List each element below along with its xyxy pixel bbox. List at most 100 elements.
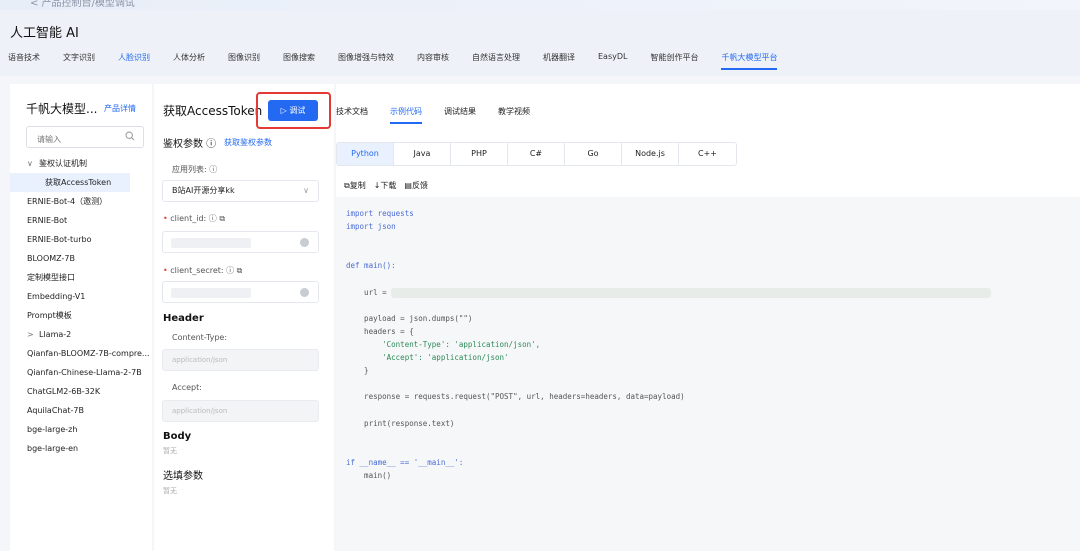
- language-tab[interactable]: Python: [337, 143, 394, 165]
- code-text: main(): [346, 470, 392, 480]
- nav-tab[interactable]: 图像搜索: [283, 52, 315, 63]
- sidebar-item-label: ERNIE-Bot-turbo: [27, 235, 92, 244]
- sidebar-item[interactable]: Embedding-V1: [10, 287, 152, 306]
- page-title: 人工智能 AI: [10, 26, 79, 41]
- code-line: if __name__ == '__main__':: [346, 458, 1070, 471]
- code-line: payload = json.dumps(""): [346, 314, 1070, 327]
- doc-tab[interactable]: 调试结果: [444, 106, 476, 117]
- language-tab[interactable]: C#: [508, 143, 565, 165]
- get-auth-params-link[interactable]: 获取鉴权参数: [224, 137, 272, 148]
- language-tab[interactable]: Java: [394, 143, 451, 165]
- sidebar-item-label: Embedding-V1: [27, 292, 86, 301]
- client-id-text: client_id: ⓘ ⧉: [170, 214, 226, 223]
- sidebar-item[interactable]: Qianfan-BLOOMZ-7B-compre...: [10, 344, 152, 363]
- api-tree: ∨ 鉴权认证机制 获取AccessToken ERNIE-Bot-4（邀测） ERNIE…: [10, 154, 152, 458]
- sidebar-item[interactable]: ∨ 鉴权认证机制: [10, 154, 152, 173]
- optional-empty-text: 暂无: [163, 487, 177, 495]
- client-secret-text: client_secret: ⓘ ⧉: [170, 266, 243, 275]
- nav-tab[interactable]: 图像识别: [228, 52, 260, 63]
- nav-tab[interactable]: 内容审核: [417, 52, 449, 63]
- code-text: import requests: [346, 209, 414, 218]
- app-list-label: 应用列表: ⓘ: [172, 165, 218, 174]
- code-line: def main():: [346, 261, 1070, 274]
- sidebar-item[interactable]: bge-large-en: [10, 439, 152, 458]
- sidebar-item[interactable]: bge-large-zh: [10, 420, 152, 439]
- nav-tab[interactable]: 人脸识别: [118, 52, 150, 63]
- code-block: import requests import json def main(): ur…: [336, 197, 1080, 551]
- sidebar-item-label: BLOOMZ-7B: [27, 254, 75, 263]
- code-line: 'Accept': 'application/json': [346, 353, 1070, 366]
- sidebar-item[interactable]: > Llama-2: [10, 325, 152, 344]
- code-line: 'Content-Type': 'application/json',: [346, 340, 1070, 353]
- doc-tab[interactable]: 技术文档: [336, 106, 368, 117]
- required-mark: •: [163, 266, 168, 275]
- search-icon[interactable]: [125, 131, 135, 141]
- code-text: def main():: [346, 261, 396, 271]
- sidebar-item[interactable]: AquilaChat-7B: [10, 401, 152, 420]
- nav-tab[interactable]: 智能创作平台: [650, 52, 698, 63]
- feedback-button[interactable]: ▤反馈: [404, 180, 428, 191]
- sidebar-item-label: 鉴权认证机制: [39, 159, 87, 168]
- sidebar-item[interactable]: 定制模型接口: [10, 268, 152, 287]
- sidebar-item-label: bge-large-en: [27, 444, 79, 453]
- content-type-field: application/json: [162, 349, 319, 371]
- doc-tab[interactable]: 教学视频: [498, 106, 530, 117]
- language-tab[interactable]: Node.js: [622, 143, 679, 165]
- app-select[interactable]: B站AI开源分享kk ∨: [162, 180, 319, 202]
- nav-tab[interactable]: EasyDL: [598, 52, 627, 63]
- api-title: 获取AccessToken: [163, 104, 263, 118]
- sidebar-item-label: ERNIE-Bot: [27, 216, 68, 225]
- client-secret-field[interactable]: [162, 281, 319, 303]
- language-tab[interactable]: Go: [565, 143, 622, 165]
- body-section-title: Body: [163, 431, 192, 442]
- nav-tab[interactable]: 人体分析: [173, 52, 205, 63]
- nav-tab[interactable]: 文字识别: [63, 52, 95, 63]
- sidebar-item[interactable]: ERNIE-Bot: [10, 211, 152, 230]
- code-line: main(): [346, 471, 1070, 484]
- chevron-down-icon[interactable]: ∨: [27, 154, 39, 173]
- nav-tab[interactable]: 千帆大模型平台: [721, 52, 778, 70]
- product-details-link[interactable]: 产品详情: [104, 103, 136, 114]
- sidebar-item[interactable]: ERNIE-Bot-4（邀测）: [10, 192, 152, 211]
- sidebar-title: 千帆大模型...: [26, 102, 98, 116]
- content-type-label: Content-Type:: [172, 333, 228, 342]
- sidebar-item[interactable]: BLOOMZ-7B: [10, 249, 152, 268]
- code-text: import json: [346, 222, 396, 232]
- download-button[interactable]: ↓下载: [374, 180, 397, 191]
- sidebar-item[interactable]: 获取AccessToken: [10, 173, 130, 192]
- nav-tab[interactable]: 自然语言处理: [472, 52, 520, 63]
- sidebar-item-label: ERNIE-Bot-4（邀测）: [27, 197, 108, 206]
- search-input[interactable]: [27, 129, 117, 150]
- sidebar-item-label: Llama-2: [39, 330, 72, 339]
- sidebar-item[interactable]: Prompt模板: [10, 306, 152, 325]
- sidebar-item[interactable]: ERNIE-Bot-turbo: [10, 230, 152, 249]
- code-line: url =: [346, 287, 1070, 301]
- sidebar-item[interactable]: Qianfan-Chinese-Llama-2-7B: [10, 363, 152, 382]
- product-nav: 语音技术 文字识别 人脸识别 人体分析 图像识别 图像搜索 图像增强与特效 内容审核 自然语言处…: [8, 52, 800, 70]
- body-empty-text: 暂无: [163, 447, 177, 455]
- sidebar-item-label: Qianfan-BLOOMZ-7B-compre...: [27, 349, 150, 358]
- breadcrumb-text: < 产品控制台/模型调试: [30, 0, 135, 9]
- code-text: url =: [346, 287, 392, 297]
- language-tab[interactable]: PHP: [451, 143, 508, 165]
- client-id-field[interactable]: [162, 231, 319, 253]
- copy-button[interactable]: ⧉复制: [344, 180, 366, 191]
- chevron-right-icon[interactable]: >: [27, 325, 39, 344]
- nav-tab[interactable]: 机器翻译: [543, 52, 575, 63]
- clear-icon[interactable]: [300, 238, 309, 247]
- sidebar-item-label: 定制模型接口: [27, 273, 75, 282]
- language-tab[interactable]: C++: [679, 143, 736, 165]
- nav-tab[interactable]: 语音技术: [8, 52, 40, 63]
- code-panel: 技术文档 示例代码 调试结果 教学视频 Python Java PHP C# Go Node.j…: [336, 84, 1080, 551]
- doc-tab[interactable]: 示例代码: [390, 106, 422, 124]
- doc-tabs: 技术文档 示例代码 调试结果 教学视频: [336, 106, 552, 124]
- code-toolbar: ⧉复制 ↓下载 ▤反馈: [344, 180, 436, 191]
- nav-tab[interactable]: 图像增强与特效: [338, 52, 394, 63]
- sidebar-item[interactable]: ChatGLM2-6B-32K: [10, 382, 152, 401]
- code-line: headers = {: [346, 327, 1070, 340]
- clear-icon[interactable]: [300, 288, 309, 297]
